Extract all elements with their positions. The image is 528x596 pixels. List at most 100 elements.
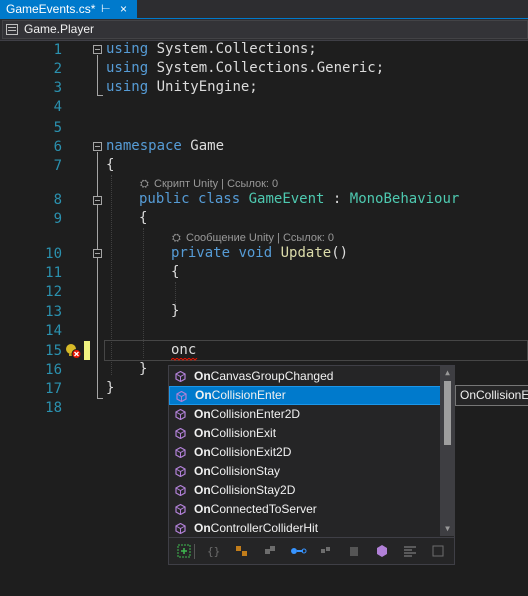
indent-guide bbox=[175, 282, 176, 304]
code-line[interactable]: using System.Collections; bbox=[106, 40, 317, 59]
fold-region-line bbox=[97, 55, 98, 95]
completion-rest-text: ControllerColliderHit bbox=[210, 521, 319, 535]
line-number: 18 bbox=[45, 400, 62, 416]
line-number: 2 bbox=[53, 61, 62, 77]
codelens-method[interactable]: ⛭ Сообщение Unity | Ссылок: 0 bbox=[172, 231, 334, 245]
completion-item[interactable]: OnCanvasGroupChanged bbox=[169, 367, 441, 386]
completion-match-text: On bbox=[194, 502, 211, 516]
close-icon[interactable]: × bbox=[120, 0, 127, 19]
completion-item[interactable]: OnCollisionStay2D bbox=[169, 481, 441, 500]
line-number: 9 bbox=[53, 211, 62, 227]
line-number: 7 bbox=[53, 158, 62, 174]
line-number: 4 bbox=[53, 99, 62, 115]
completion-filter-bar: {} bbox=[169, 537, 454, 564]
fold-region-end bbox=[97, 398, 103, 399]
fold-region-line bbox=[97, 152, 98, 398]
line-number: 10 bbox=[45, 246, 62, 262]
filter-separator bbox=[194, 544, 195, 559]
code-line[interactable]: } bbox=[139, 360, 147, 379]
class-filter-icon[interactable] bbox=[261, 543, 279, 559]
code-line[interactable]: using UnityEngine; bbox=[106, 78, 258, 97]
completion-match-text: On bbox=[194, 483, 211, 497]
lightbulb-error-icon[interactable] bbox=[64, 343, 82, 359]
svg-text:{}: {} bbox=[207, 545, 220, 558]
unity-icon: ⛭ bbox=[172, 232, 181, 244]
fold-toggle-method[interactable] bbox=[93, 249, 102, 258]
line-number: 14 bbox=[45, 323, 62, 339]
code-line[interactable]: } bbox=[171, 302, 179, 321]
completion-match-text: On bbox=[194, 407, 211, 421]
current-line-highlight bbox=[104, 340, 528, 361]
completion-rest-text: CollisionExit2D bbox=[210, 445, 292, 459]
method-cube-icon bbox=[175, 428, 186, 439]
completion-match-text: On bbox=[194, 369, 211, 383]
navigation-bar: Game.Player bbox=[0, 19, 528, 41]
error-squiggle bbox=[171, 358, 198, 361]
completion-item[interactable]: OnCollisionStay bbox=[169, 462, 441, 481]
namespace-filter-icon[interactable] bbox=[345, 543, 363, 559]
completion-item[interactable]: OnCollisionEnter2D bbox=[169, 405, 441, 424]
csharp-project-icon bbox=[6, 24, 18, 35]
struct-filter-icon[interactable] bbox=[317, 543, 335, 559]
line-number: 12 bbox=[45, 284, 62, 300]
completion-item[interactable]: OnControllerColliderHit bbox=[169, 519, 441, 538]
method-cube-icon bbox=[175, 485, 186, 496]
fold-toggle-usings[interactable] bbox=[93, 45, 102, 54]
completion-match-text: On bbox=[194, 445, 211, 459]
unsaved-change-marker bbox=[84, 341, 90, 360]
completion-scrollbar[interactable]: ▲ ▼ bbox=[440, 366, 455, 536]
tab-title: GameEvents.cs* bbox=[6, 2, 96, 16]
property-filter-icon[interactable] bbox=[289, 543, 307, 559]
method-cube-icon bbox=[175, 523, 186, 534]
intellisense-popup[interactable]: OnCanvasGroupChanged OnCollisionEnter OnCo… bbox=[168, 365, 455, 565]
completion-rest-text: CollisionStay2D bbox=[210, 483, 296, 497]
code-line[interactable]: { bbox=[139, 209, 147, 228]
field-filter-icon[interactable] bbox=[429, 543, 447, 559]
completion-rest-text: CanvasGroupChanged bbox=[210, 369, 334, 383]
members-filter-icon[interactable] bbox=[233, 543, 251, 559]
line-number: 15 bbox=[45, 343, 62, 359]
indent-guide bbox=[143, 228, 144, 358]
completion-rest-text: ConnectedToServer bbox=[210, 502, 317, 516]
line-number: 6 bbox=[53, 139, 62, 155]
completion-rest-text: CollisionEnter bbox=[211, 388, 286, 402]
braces-filter-icon[interactable]: {} bbox=[205, 543, 223, 559]
code-line[interactable]: { bbox=[171, 263, 179, 282]
tab-game-events[interactable]: GameEvents.cs* ⊢ × bbox=[0, 0, 137, 19]
pin-icon[interactable]: ⊢ bbox=[101, 0, 111, 19]
method-cube-icon bbox=[175, 447, 186, 458]
project-dropdown[interactable]: Game.Player bbox=[2, 20, 528, 39]
tab-strip: GameEvents.cs* ⊢ × bbox=[0, 0, 528, 19]
code-line[interactable]: using System.Collections.Generic; bbox=[106, 59, 384, 78]
scroll-thumb[interactable] bbox=[444, 381, 451, 445]
code-line[interactable]: } bbox=[106, 379, 114, 398]
expand-filter-icon[interactable] bbox=[175, 543, 193, 559]
completion-rest-text: CollisionEnter2D bbox=[210, 407, 301, 421]
completion-item[interactable]: OnConnectedToServer bbox=[169, 500, 441, 519]
line-number: 5 bbox=[53, 120, 62, 136]
scroll-down-icon[interactable]: ▼ bbox=[440, 522, 455, 536]
line-number: 3 bbox=[53, 80, 62, 96]
method-cube-icon bbox=[175, 371, 186, 382]
code-line[interactable]: namespace Game bbox=[106, 137, 224, 156]
code-line[interactable]: private void Update() bbox=[171, 244, 348, 263]
code-line[interactable]: { bbox=[106, 156, 114, 175]
enum-filter-icon[interactable] bbox=[401, 543, 419, 559]
fold-toggle-class[interactable] bbox=[93, 196, 102, 205]
completion-item[interactable]: OnCollisionEnter bbox=[169, 386, 441, 405]
line-number: 16 bbox=[45, 362, 62, 378]
fold-toggle-namespace[interactable] bbox=[93, 142, 102, 151]
completion-item[interactable]: OnCollisionExit2D bbox=[169, 443, 441, 462]
completion-match-text: On bbox=[195, 388, 212, 402]
completion-tooltip: OnCollisionEnter bbox=[455, 385, 528, 406]
method-filter-icon[interactable] bbox=[373, 543, 391, 559]
fold-region-end bbox=[97, 95, 103, 96]
codelens-class[interactable]: ⛭ Скрипт Unity | Ссылок: 0 bbox=[140, 177, 278, 191]
code-line[interactable]: public class GameEvent : MonoBehaviour bbox=[139, 190, 459, 209]
completion-item[interactable]: OnCollisionExit bbox=[169, 424, 441, 443]
scroll-up-icon[interactable]: ▲ bbox=[440, 366, 455, 380]
method-cube-icon bbox=[175, 466, 186, 477]
completion-match-text: On bbox=[194, 521, 211, 535]
completion-rest-text: CollisionStay bbox=[210, 464, 281, 478]
line-number: 8 bbox=[53, 192, 62, 208]
